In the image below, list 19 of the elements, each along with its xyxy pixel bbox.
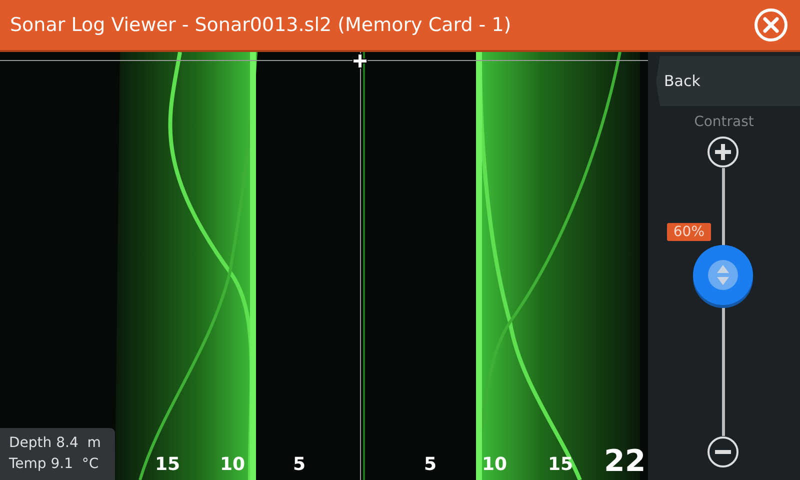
readout-text: Temp 9.1 °C bbox=[9, 455, 100, 474]
window-title: Sonar Log Viewer - Sonar0013.sl2 (Memory Card - 1) bbox=[10, 14, 512, 36]
range-label: 15 bbox=[155, 454, 180, 475]
close-icon bbox=[754, 8, 788, 42]
range-label: 15 bbox=[548, 454, 574, 475]
value-tooltip: 60% bbox=[667, 223, 710, 242]
contrast-label: Contrast bbox=[694, 114, 754, 130]
range-label: 5 bbox=[424, 454, 437, 475]
scale-number: 22 bbox=[604, 444, 646, 479]
readout-text: Depth 8.4 m bbox=[9, 434, 102, 453]
plus-button[interactable] bbox=[707, 136, 739, 168]
range-label: 5 bbox=[293, 454, 306, 475]
range-label: 10 bbox=[482, 454, 508, 475]
close-button[interactable] bbox=[754, 8, 788, 42]
up-down-icon bbox=[708, 260, 738, 290]
range-label: 10 bbox=[220, 454, 246, 475]
crosshair-icon bbox=[352, 53, 368, 69]
back-button[interactable]: Back bbox=[656, 56, 800, 106]
minus-button[interactable] bbox=[707, 436, 739, 468]
